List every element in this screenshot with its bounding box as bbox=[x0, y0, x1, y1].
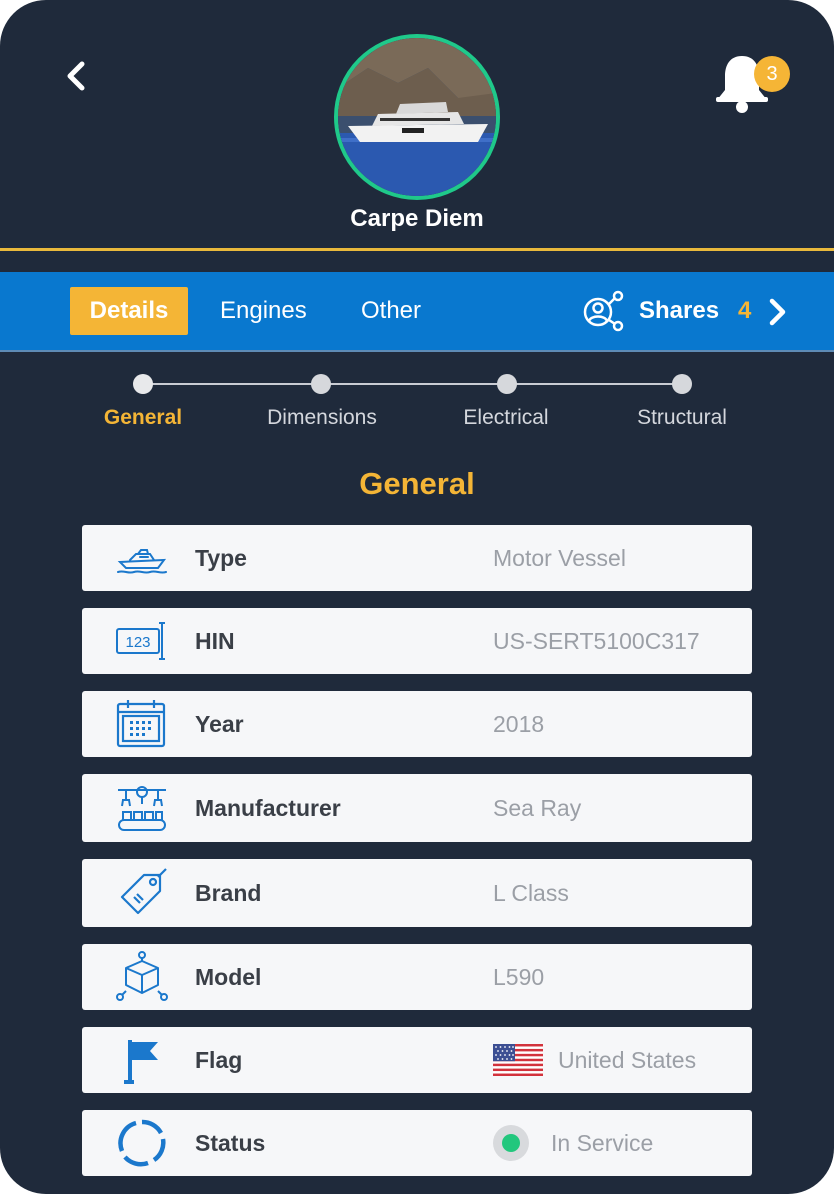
share-users-icon bbox=[583, 290, 624, 332]
step-dot-dimensions[interactable] bbox=[311, 374, 331, 394]
us-flag-icon bbox=[493, 1044, 543, 1076]
row-value: L Class bbox=[493, 880, 569, 906]
factory-icon bbox=[118, 786, 166, 831]
status-ring-icon bbox=[118, 1119, 166, 1167]
step-dot-general[interactable] bbox=[133, 374, 153, 394]
status-indicator bbox=[493, 1125, 529, 1161]
row-label: Flag bbox=[195, 1047, 243, 1073]
step-electrical[interactable]: Electrical bbox=[406, 406, 606, 430]
row-value: 2018 bbox=[493, 711, 545, 737]
vessel-avatar bbox=[334, 34, 500, 200]
row-value: US-SERT5100C317 bbox=[493, 628, 700, 654]
vessel-name: Carpe Diem bbox=[350, 205, 484, 232]
hin-number-icon: 123 bbox=[116, 622, 165, 660]
chevron-left-icon bbox=[67, 61, 85, 91]
shares-label: Shares bbox=[639, 297, 720, 324]
detail-row-year: Year 2018 bbox=[82, 691, 752, 757]
row-label: HIN bbox=[195, 628, 235, 654]
step-general[interactable]: General bbox=[43, 406, 243, 430]
row-value: In Service bbox=[551, 1130, 654, 1156]
yacht-icon bbox=[117, 549, 167, 574]
detail-row-flag: Flag United States bbox=[82, 1027, 752, 1093]
tag-icon bbox=[120, 868, 167, 915]
step-dot-electrical[interactable] bbox=[497, 374, 517, 394]
shares-count: 4 bbox=[738, 297, 752, 324]
row-value: Sea Ray bbox=[493, 795, 582, 821]
row-label: Status bbox=[195, 1130, 266, 1156]
row-label: Manufacturer bbox=[195, 795, 341, 821]
stepper-track bbox=[143, 383, 683, 385]
row-value: Motor Vessel bbox=[493, 545, 626, 571]
detail-row-status: Status In Service bbox=[82, 1110, 752, 1176]
notifications-button[interactable]: 3 bbox=[712, 50, 790, 116]
step-dimensions[interactable]: Dimensions bbox=[222, 406, 422, 430]
cube-model-icon bbox=[116, 951, 168, 1001]
flag-icon bbox=[124, 1040, 158, 1084]
row-value: United States bbox=[558, 1047, 697, 1073]
vessel-details-screen: 3 Carpe Diem Details Engines Other Share… bbox=[0, 0, 834, 1194]
header-divider bbox=[0, 248, 834, 251]
tab-other[interactable]: Other bbox=[361, 287, 421, 335]
detail-row-manufacturer: Manufacturer Sea Ray bbox=[82, 774, 752, 842]
row-label: Year bbox=[195, 711, 244, 737]
tab-engines[interactable]: Engines bbox=[220, 287, 307, 335]
row-label: Type bbox=[195, 545, 247, 571]
detail-row-type: Type Motor Vessel bbox=[82, 525, 752, 591]
detail-row-brand: Brand L Class bbox=[82, 859, 752, 927]
section-title: General bbox=[359, 466, 475, 501]
row-label: Brand bbox=[195, 880, 262, 906]
row-value: L590 bbox=[493, 964, 545, 990]
tab-details[interactable]: Details bbox=[70, 287, 188, 335]
back-button[interactable] bbox=[58, 56, 98, 96]
chevron-right-icon bbox=[769, 298, 786, 326]
svg-text:123: 123 bbox=[125, 634, 150, 651]
detail-row-hin: 123 HIN US-SERT5100C317 bbox=[82, 608, 752, 674]
step-structural[interactable]: Structural bbox=[582, 406, 782, 430]
detail-row-model: Model L590 bbox=[82, 944, 752, 1010]
step-dot-structural[interactable] bbox=[672, 374, 692, 394]
calendar-icon bbox=[116, 700, 166, 748]
status-dot bbox=[502, 1134, 520, 1152]
row-label: Model bbox=[195, 964, 262, 990]
tab-bar: Details Engines Other Shares 4 bbox=[0, 272, 834, 352]
notification-badge: 3 bbox=[754, 56, 790, 92]
